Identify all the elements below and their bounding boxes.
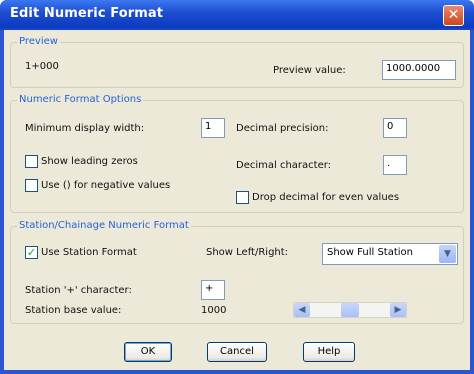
preview-sample-text: 1+000 bbox=[25, 61, 59, 72]
drop-decimal-label[interactable]: Drop decimal for even values bbox=[252, 192, 399, 204]
ok-button[interactable]: OK bbox=[124, 342, 172, 362]
scroll-right-button[interactable]: ▶ bbox=[390, 303, 406, 317]
show-left-right-select[interactable]: Show Full Station ▼ bbox=[322, 243, 458, 265]
dialog-client-area: Preview 1+000 Preview value: 1000.0000 N… bbox=[4, 30, 470, 370]
close-button[interactable]: ✕ bbox=[443, 5, 464, 26]
show-leading-zeros-checkbox[interactable] bbox=[25, 155, 38, 168]
dialog-window: Edit Numeric Format ✕ Preview 1+000 Prev… bbox=[0, 0, 474, 374]
show-left-right-value: Show Full Station bbox=[327, 247, 413, 258]
close-icon: ✕ bbox=[447, 7, 460, 23]
decimal-precision-input[interactable]: 0 bbox=[383, 118, 407, 138]
station-base-value-label: Station base value: bbox=[25, 305, 122, 316]
station-char-input[interactable]: + bbox=[201, 280, 225, 300]
arrow-right-icon: ▶ bbox=[394, 305, 402, 315]
show-leading-zeros-label[interactable]: Show leading zeros bbox=[41, 156, 138, 168]
numeric-format-options-legend: Numeric Format Options bbox=[17, 94, 144, 106]
use-station-format-checkbox[interactable]: ✓ bbox=[25, 246, 38, 259]
decimal-precision-label: Decimal precision: bbox=[236, 123, 329, 134]
scroll-thumb[interactable] bbox=[341, 303, 359, 317]
preview-legend: Preview bbox=[17, 36, 60, 48]
decimal-character-label: Decimal character: bbox=[236, 160, 332, 171]
preview-group: Preview 1+000 Preview value: 1000.0000 bbox=[10, 36, 464, 88]
check-icon: ✓ bbox=[26, 246, 37, 259]
preview-value-input[interactable]: 1000.0000 bbox=[382, 60, 456, 80]
min-display-width-input[interactable]: 1 bbox=[201, 118, 225, 138]
station-base-value: 1000 bbox=[201, 305, 227, 316]
chevron-down-icon[interactable]: ▼ bbox=[439, 245, 456, 263]
min-display-width-label: Minimum display width: bbox=[25, 123, 145, 134]
use-parentheses-checkbox[interactable] bbox=[25, 179, 38, 192]
show-left-right-label: Show Left/Right: bbox=[206, 247, 289, 258]
use-parentheses-label[interactable]: Use () for negative values bbox=[41, 180, 170, 192]
station-format-legend: Station/Chainage Numeric Format bbox=[17, 220, 191, 232]
numeric-format-options-group: Numeric Format Options Minimum display w… bbox=[10, 94, 464, 213]
help-button[interactable]: Help bbox=[303, 342, 355, 362]
use-station-format-label[interactable]: Use Station Format bbox=[41, 247, 137, 259]
preview-value-label: Preview value: bbox=[273, 65, 346, 76]
station-base-scrollbar[interactable]: ◀ ▶ bbox=[293, 302, 407, 318]
cancel-button[interactable]: Cancel bbox=[207, 342, 267, 362]
arrow-left-icon: ◀ bbox=[298, 305, 306, 315]
decimal-character-input[interactable]: . bbox=[383, 155, 407, 175]
station-char-label: Station '+' character: bbox=[25, 285, 132, 296]
window-title: Edit Numeric Format bbox=[10, 6, 164, 21]
station-format-group: Station/Chainage Numeric Format ✓ Use St… bbox=[10, 220, 464, 324]
scroll-left-button[interactable]: ◀ bbox=[294, 303, 310, 317]
drop-decimal-checkbox[interactable] bbox=[236, 191, 249, 204]
title-bar[interactable]: Edit Numeric Format ✕ bbox=[0, 0, 474, 30]
